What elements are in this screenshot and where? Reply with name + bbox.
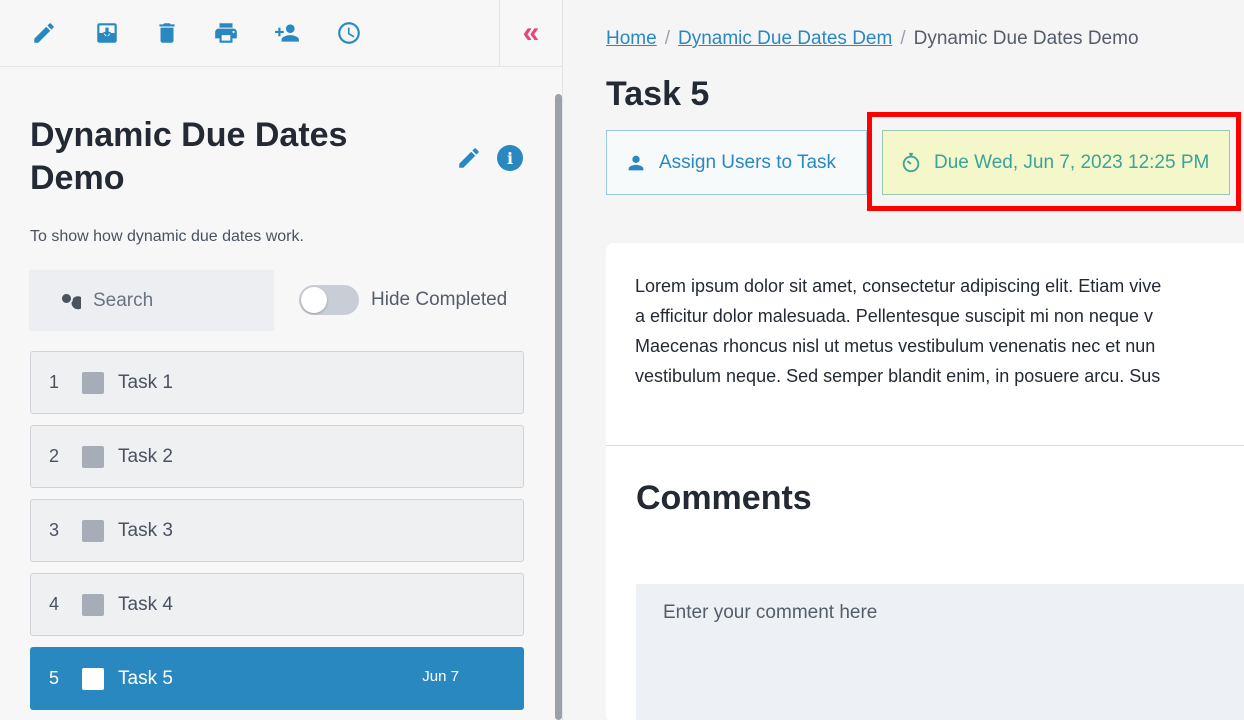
breadcrumb-separator: /: [664, 28, 670, 49]
edit-project-icon[interactable]: [456, 145, 482, 171]
search-icon: [62, 293, 81, 309]
task-number: 2: [49, 446, 60, 466]
task-search: [29, 270, 274, 331]
double-chevron-left-icon: «: [522, 16, 540, 49]
description-line: Maecenas rhoncus nisl ut metus vestibulu…: [635, 336, 1156, 356]
due-date-highlight-box: [867, 112, 1241, 211]
task-item[interactable]: 1 Task 1: [30, 351, 524, 414]
task-name: Task 1: [118, 372, 173, 393]
project-title: Dynamic Due Dates Demo: [30, 116, 348, 197]
breadcrumb-home-link[interactable]: Home: [606, 28, 657, 49]
task-name: Task 3: [118, 520, 173, 541]
sidebar-scrollbar[interactable]: [555, 94, 562, 720]
task-name: Task 2: [118, 446, 173, 467]
info-icon[interactable]: i: [497, 145, 523, 171]
person-icon: [628, 155, 644, 170]
task-checkbox[interactable]: [82, 446, 104, 468]
assign-users-button[interactable]: Assign Users to Task: [606, 130, 867, 195]
collapse-sidebar-button[interactable]: «: [499, 0, 562, 67]
divider: [606, 445, 1244, 446]
hide-completed-toggle[interactable]: [299, 285, 359, 315]
task-checkbox[interactable]: [82, 668, 104, 690]
comments-heading: Comments: [636, 479, 812, 517]
archive-icon[interactable]: [93, 19, 121, 47]
task-name: Task 5: [118, 668, 173, 689]
task-name: Task 4: [118, 594, 173, 615]
comment-input[interactable]: [636, 584, 1244, 720]
delete-icon[interactable]: [153, 19, 181, 47]
assign-users-label: Assign Users to Task: [659, 151, 837, 173]
task-item[interactable]: 2 Task 2: [30, 425, 524, 488]
breadcrumb-project-link[interactable]: Dynamic Due Dates Dem: [678, 28, 892, 49]
breadcrumb-current: Dynamic Due Dates Demo: [913, 28, 1139, 49]
task-item[interactable]: 4 Task 4: [30, 573, 524, 636]
task-due-date: Jun 7: [422, 668, 459, 685]
task-number: 1: [49, 372, 60, 392]
task-number: 4: [49, 594, 60, 614]
edit-icon[interactable]: [30, 19, 58, 47]
task-content-card: Lorem ipsum dolor sit amet, consectetur …: [606, 243, 1244, 720]
hide-completed-label: Hide Completed: [371, 289, 508, 310]
project-toolbar: [0, 0, 500, 67]
info-glyph: i: [506, 148, 514, 168]
task-description: Lorem ipsum dolor sit amet, consectetur …: [635, 271, 1244, 391]
task-title: Task 5: [606, 75, 710, 113]
breadcrumb-separator: /: [900, 28, 906, 49]
description-line: a efficitur dolor malesuada. Pellentesqu…: [635, 306, 1153, 326]
task-checkbox[interactable]: [82, 372, 104, 394]
project-sidebar: « Dynamic Due Dates Demo i To show how d…: [0, 0, 562, 720]
task-detail-panel: Home / Dynamic Due Dates Dem / Dynamic Due D…: [562, 0, 1244, 720]
search-input[interactable]: [93, 289, 243, 312]
clock-icon[interactable]: [335, 19, 363, 47]
toggle-knob: [301, 287, 327, 313]
task-number: 5: [49, 668, 60, 688]
task-item-selected[interactable]: 5 Task 5 Jun 7: [30, 647, 524, 710]
add-user-icon[interactable]: [272, 19, 302, 47]
task-checkbox[interactable]: [82, 594, 104, 616]
task-number: 3: [49, 520, 60, 540]
task-item[interactable]: 3 Task 3: [30, 499, 524, 562]
task-checkbox[interactable]: [82, 520, 104, 542]
print-icon[interactable]: [212, 19, 240, 47]
project-description: To show how dynamic due dates work.: [30, 228, 304, 245]
description-line: Lorem ipsum dolor sit amet, consectetur …: [635, 276, 1162, 296]
breadcrumb: Home / Dynamic Due Dates Dem / Dynamic Due D…: [606, 28, 1139, 50]
description-line: vestibulum neque. Sed semper blandit eni…: [635, 366, 1161, 386]
